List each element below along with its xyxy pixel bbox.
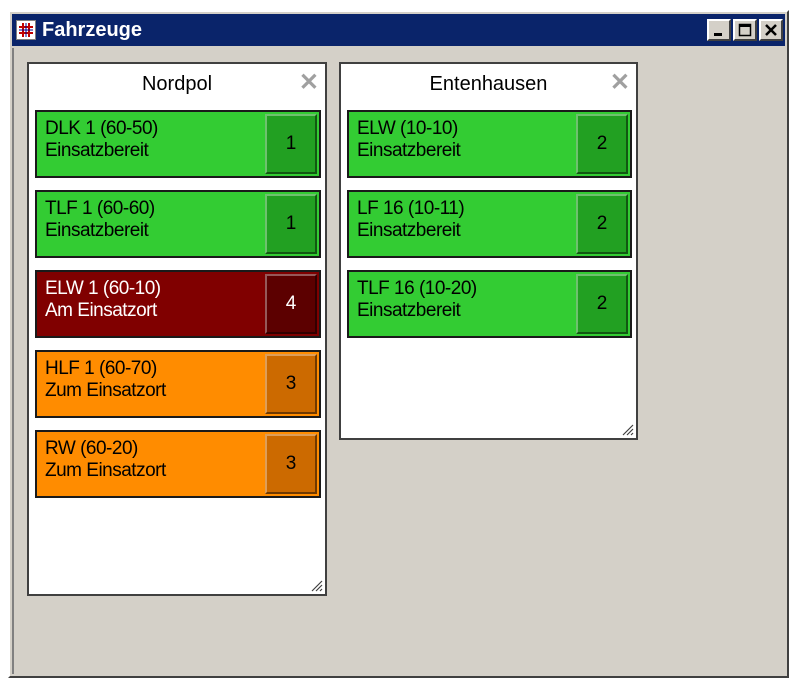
maximize-icon (738, 23, 752, 37)
vehicle-status: Einsatzbereit (357, 300, 461, 321)
title-bar[interactable]: Fahrzeuge (12, 14, 785, 46)
minimize-button[interactable] (707, 19, 731, 41)
fahrzeuge-window: Fahrzeuge Nordpol ✕ DLK 1 (60-50) Einsat… (8, 10, 789, 678)
panel-header: Nordpol ✕ (29, 64, 325, 104)
vehicle-status: Am Einsatzort (45, 300, 157, 321)
panel-header: Entenhausen ✕ (341, 64, 636, 104)
close-button[interactable] (759, 19, 783, 41)
vehicle-card[interactable]: DLK 1 (60-50) Einsatzbereit 1 (35, 110, 321, 178)
vehicle-name: HLF 1 (60-70) (45, 358, 157, 379)
vehicle-status: Zum Einsatzort (45, 460, 166, 481)
vehicle-status-code[interactable]: 4 (265, 274, 317, 334)
resize-grip-icon[interactable] (620, 422, 634, 436)
close-icon[interactable]: ✕ (299, 64, 319, 104)
vehicle-status: Einsatzbereit (45, 220, 149, 241)
vehicle-status-code[interactable]: 2 (576, 274, 628, 334)
vehicle-status: Zum Einsatzort (45, 380, 166, 401)
vehicle-name: TLF 1 (60-60) (45, 198, 155, 219)
vehicle-status-code[interactable]: 1 (265, 114, 317, 174)
vehicle-name: TLF 16 (10-20) (357, 278, 477, 299)
vehicle-status-code[interactable]: 3 (265, 354, 317, 414)
maximize-button[interactable] (733, 19, 757, 41)
vehicle-name: ELW 1 (60-10) (45, 278, 161, 299)
resize-grip-icon[interactable] (309, 578, 323, 592)
close-icon[interactable]: ✕ (610, 64, 630, 104)
vehicle-name: DLK 1 (60-50) (45, 118, 158, 139)
vehicle-card[interactable]: ELW 1 (60-10) Am Einsatzort 4 (35, 270, 321, 338)
vehicle-status: Einsatzbereit (357, 140, 461, 161)
vehicle-status: Einsatzbereit (45, 140, 149, 161)
vehicle-status-code[interactable]: 1 (265, 194, 317, 254)
vehicle-status-code[interactable]: 2 (576, 194, 628, 254)
panel-nordpol[interactable]: Nordpol ✕ DLK 1 (60-50) Einsatzbereit 1 … (27, 62, 327, 596)
vehicle-name: RW (60-20) (45, 438, 138, 459)
panel-title: Entenhausen (429, 73, 548, 95)
panel-entenhausen[interactable]: Entenhausen ✕ ELW (10-10) Einsatzbereit … (339, 62, 638, 440)
vehicle-card[interactable]: RW (60-20) Zum Einsatzort 3 (35, 430, 321, 498)
client-area: Nordpol ✕ DLK 1 (60-50) Einsatzbereit 1 … (12, 48, 785, 674)
grid-app-icon[interactable] (16, 20, 36, 40)
vehicle-name: LF 16 (10-11) (357, 198, 465, 219)
vehicle-card[interactable]: HLF 1 (60-70) Zum Einsatzort 3 (35, 350, 321, 418)
vehicle-status: Einsatzbereit (357, 220, 461, 241)
vehicle-card[interactable]: LF 16 (10-11) Einsatzbereit 2 (347, 190, 632, 258)
vehicle-name: ELW (10-10) (357, 118, 458, 139)
vehicle-status-code[interactable]: 2 (576, 114, 628, 174)
vehicle-status-code[interactable]: 3 (265, 434, 317, 494)
vehicle-card[interactable]: ELW (10-10) Einsatzbereit 2 (347, 110, 632, 178)
panel-title: Nordpol (141, 73, 213, 95)
vehicle-card[interactable]: TLF 1 (60-60) Einsatzbereit 1 (35, 190, 321, 258)
minimize-icon (714, 33, 722, 36)
close-icon (765, 24, 777, 36)
window-title: Fahrzeuge (42, 18, 143, 41)
vehicle-card[interactable]: TLF 16 (10-20) Einsatzbereit 2 (347, 270, 632, 338)
